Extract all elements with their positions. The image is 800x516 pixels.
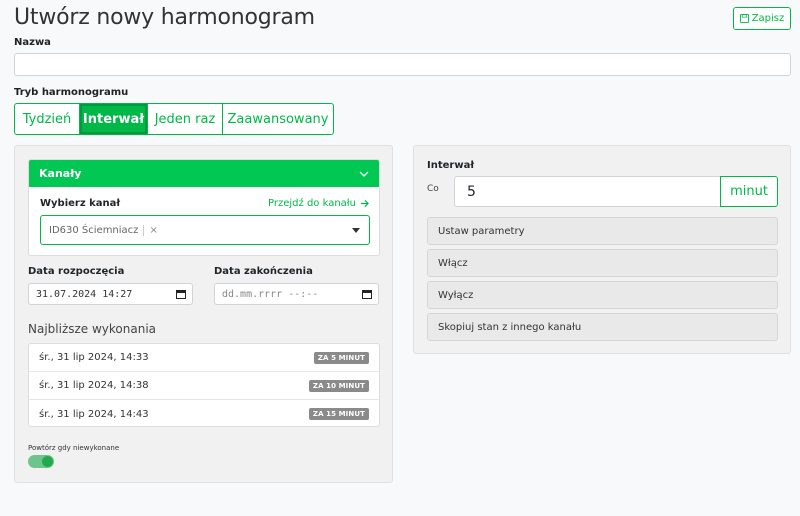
mode-label: Tryb harmonogramu — [14, 87, 129, 98]
select-channel-label: Wybierz kanał — [40, 198, 121, 209]
interval-input[interactable]: 5 — [454, 176, 721, 207]
name-input[interactable] — [14, 53, 791, 76]
interval-panel: Interwał Co 5 minut Ustaw parametry Włąc… — [413, 145, 791, 354]
mode-selector: Tydzień Interwał Jeden raz Zaawansowany — [14, 103, 334, 135]
interval-label: Interwał — [427, 160, 475, 171]
upcoming-title: Najbliższe wykonania — [28, 322, 157, 336]
turn-on-button[interactable]: Włącz — [427, 249, 778, 277]
channels-card: Kanały Wybierz kanał Przejdź do kanału I… — [28, 159, 380, 256]
end-date-value: dd.mm.rrrr --:-- — [222, 288, 319, 300]
mode-once-button[interactable]: Jeden raz — [147, 103, 223, 135]
page-title: Utwórz nowy harmonogram — [14, 5, 315, 30]
upcoming-date: śr., 31 lip 2024, 14:43 — [39, 408, 149, 420]
end-date-label: Data zakończenia — [214, 266, 313, 277]
upcoming-date: śr., 31 lip 2024, 14:33 — [39, 352, 149, 363]
goto-channel-link[interactable]: Przejdź do kanału — [268, 198, 369, 209]
start-date-value: 31.07.2024 14:27 — [36, 288, 133, 300]
caret-down-icon — [352, 228, 360, 233]
repeat-toggle[interactable] — [28, 455, 54, 468]
upcoming-list: śr., 31 lip 2024, 14:33 ZA 5 MINUT śr., … — [28, 343, 380, 427]
schedule-panel: Kanały Wybierz kanał Przejdź do kanału I… — [14, 145, 393, 483]
channel-select[interactable]: ID630 Ściemniacz × — [40, 215, 370, 245]
toggle-knob — [42, 456, 53, 467]
set-parameters-button[interactable]: Ustaw parametry — [427, 217, 778, 245]
channels-header[interactable]: Kanały — [29, 160, 379, 187]
list-item: śr., 31 lip 2024, 14:43 ZA 15 MINUT — [29, 400, 379, 428]
chevron-down-icon[interactable] — [359, 169, 369, 179]
status-badge: ZA 10 MINUT — [308, 379, 369, 392]
channels-header-label: Kanały — [39, 167, 82, 180]
save-button-label: Zapisz — [751, 13, 785, 24]
mode-week-button[interactable]: Tydzień — [14, 103, 80, 135]
calendar-icon[interactable] — [362, 289, 372, 299]
repeat-label: Powtórz gdy niewykonane — [28, 444, 120, 452]
start-date-label: Data rozpoczęcia — [28, 266, 125, 277]
interval-unit-button[interactable]: minut — [720, 176, 778, 207]
interval-prefix: Co — [427, 184, 439, 194]
selected-channel-label: ID630 Ściemniacz — [49, 224, 139, 236]
selected-channel-chip: ID630 Ściemniacz × — [49, 224, 158, 236]
calendar-icon[interactable] — [176, 289, 186, 299]
remove-channel-icon[interactable]: × — [143, 224, 158, 236]
end-date-input[interactable]: dd.mm.rrrr --:-- — [214, 283, 379, 305]
name-label: Nazwa — [14, 37, 51, 48]
start-date-input[interactable]: 31.07.2024 14:27 — [28, 283, 193, 305]
arrow-right-icon — [360, 199, 369, 208]
save-button[interactable]: Zapisz — [733, 7, 791, 30]
upcoming-date: śr., 31 lip 2024, 14:38 — [39, 380, 149, 391]
status-badge: ZA 5 MINUT — [313, 351, 369, 364]
mode-interval-button[interactable]: Interwał — [79, 103, 148, 135]
list-item: śr., 31 lip 2024, 14:38 ZA 10 MINUT — [29, 372, 379, 400]
save-icon — [739, 14, 749, 23]
turn-off-button[interactable]: Wyłącz — [427, 281, 778, 309]
list-item: śr., 31 lip 2024, 14:33 ZA 5 MINUT — [29, 344, 379, 372]
copy-state-button[interactable]: Skopiuj stan z innego kanału — [427, 313, 778, 341]
mode-advanced-button[interactable]: Zaawansowany — [222, 103, 334, 135]
goto-channel-label: Przejdź do kanału — [268, 198, 356, 209]
status-badge: ZA 15 MINUT — [308, 408, 369, 420]
